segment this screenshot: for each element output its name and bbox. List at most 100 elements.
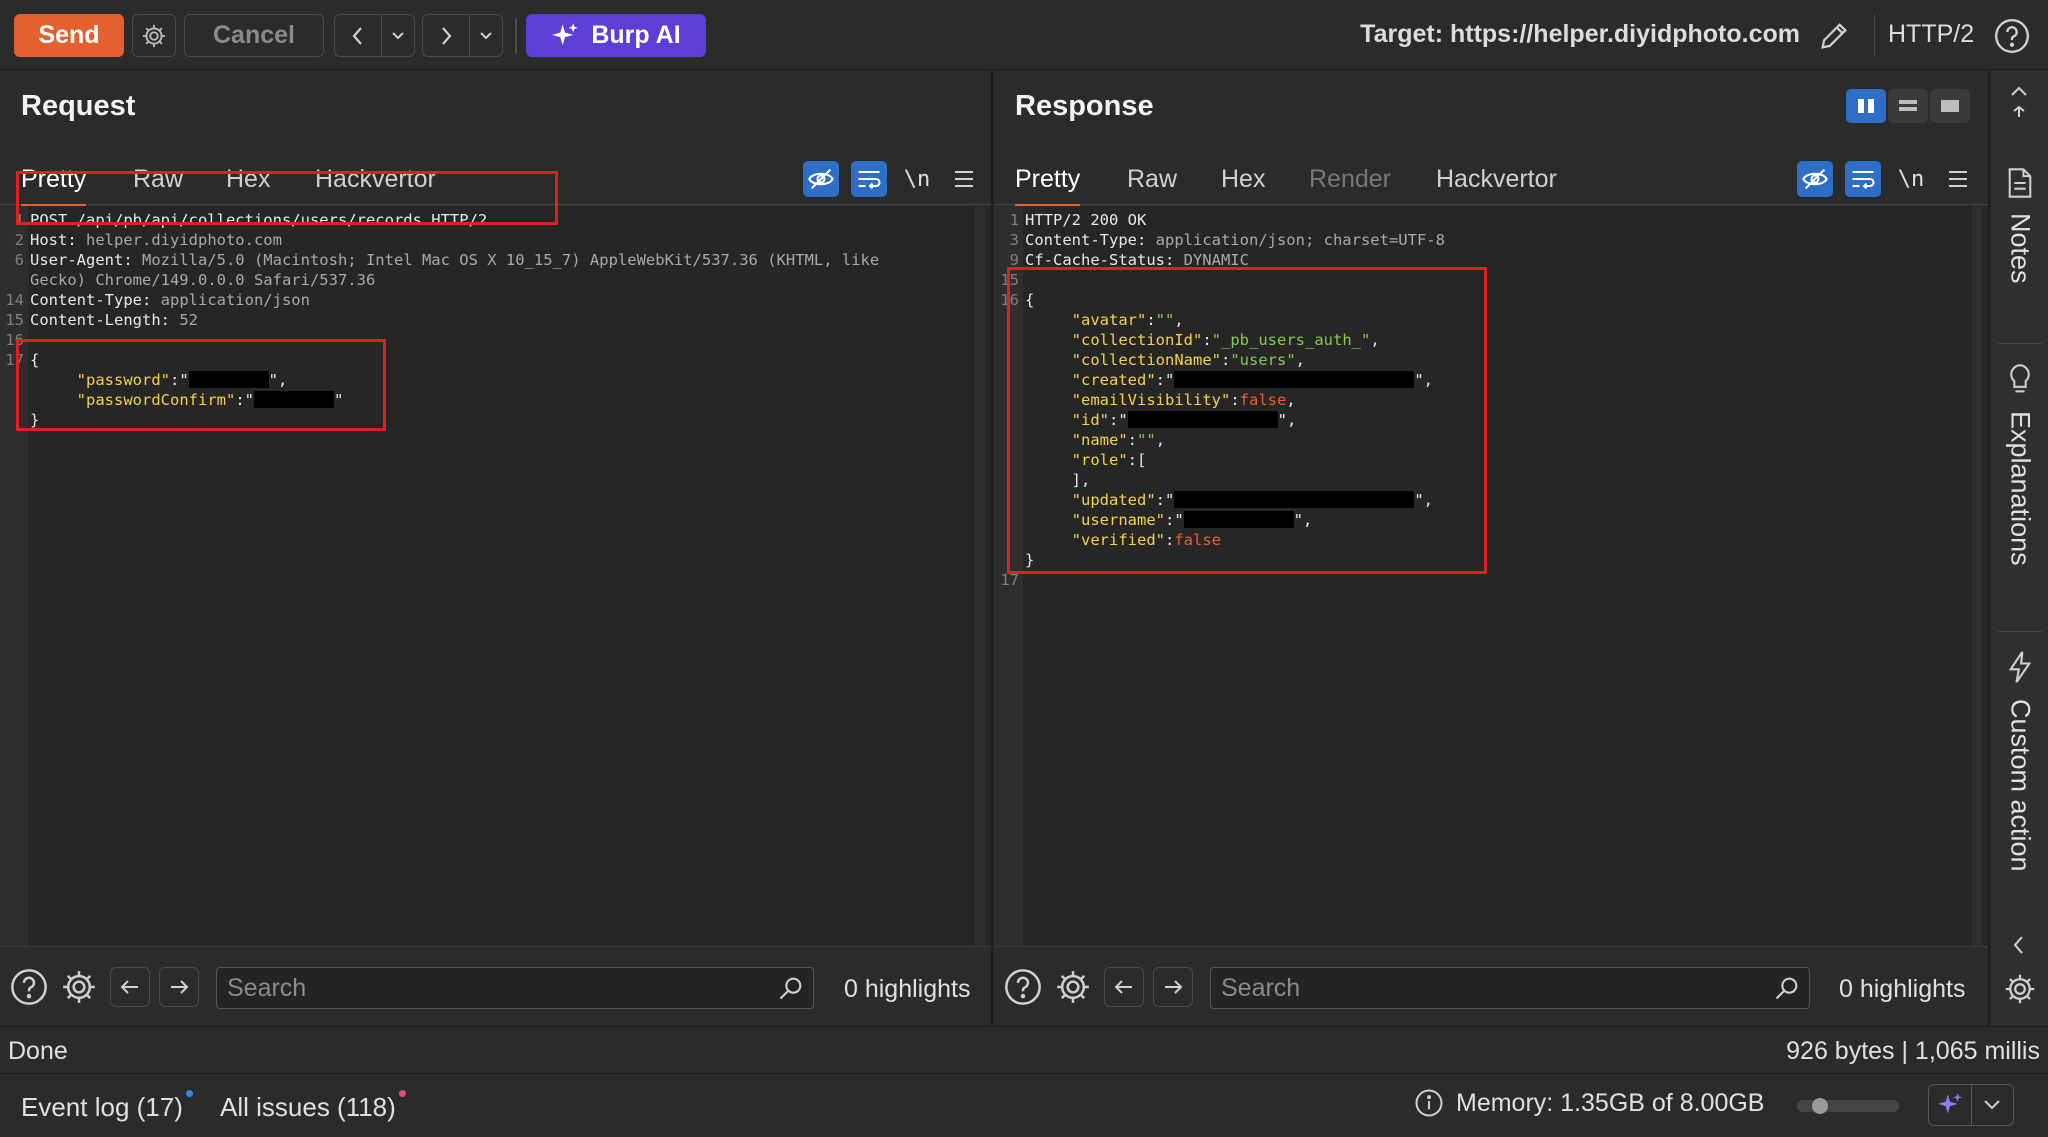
sidebar-expand-button[interactable] xyxy=(2008,933,2030,962)
line-number xyxy=(0,270,30,290)
response-hide-nonprintable-toggle[interactable] xyxy=(1797,161,1833,197)
request-search-settings-button[interactable] xyxy=(57,965,101,1009)
code-token: " xyxy=(333,391,344,409)
sidebar-item-custom-action[interactable]: Custom action xyxy=(1992,649,2048,872)
response-tab-hackvertor[interactable]: Hackvertor xyxy=(1436,165,1557,204)
code-token: ", xyxy=(1414,371,1434,389)
response-search-next-button[interactable] xyxy=(1153,967,1193,1007)
event-log-tab[interactable]: Event log (17) xyxy=(21,1090,193,1123)
edit-target-button[interactable] xyxy=(1812,14,1856,57)
code-token: "" xyxy=(1155,311,1175,329)
code-token: helper.diyidphoto.com xyxy=(86,231,282,249)
gear-icon xyxy=(1057,971,1089,1003)
cancel-button[interactable]: Cancel xyxy=(184,14,324,57)
line-content: Content-Length: 52 xyxy=(30,310,198,330)
code-line: "passwordConfirm":" " xyxy=(0,390,879,410)
code-token: "updated" xyxy=(1071,491,1156,509)
response-search-input[interactable] xyxy=(1221,974,1700,1002)
code-line: } xyxy=(0,410,879,430)
code-line: "role":[ xyxy=(995,450,1445,470)
history-forward-dropdown[interactable] xyxy=(469,14,503,57)
response-search-settings-button[interactable] xyxy=(1051,965,1095,1009)
response-word-wrap-toggle[interactable] xyxy=(1845,161,1881,197)
code-line: "username":" ", xyxy=(995,510,1445,530)
code-line: 15 Content-Length: 52 xyxy=(0,310,879,330)
response-search-field[interactable] xyxy=(1210,967,1810,1009)
send-button[interactable]: Send xyxy=(14,14,124,57)
line-number: 17 xyxy=(5,351,24,369)
code-line: "collectionId":"_pb_users_auth_", xyxy=(995,330,1445,350)
redacted-value xyxy=(253,391,334,408)
request-search-help-button[interactable] xyxy=(7,965,51,1009)
all-issues-label: All issues (118) xyxy=(220,1092,396,1122)
code-token: : xyxy=(1165,531,1175,549)
response-tab-raw[interactable]: Raw xyxy=(1127,165,1177,204)
sidebar-item-notes[interactable]: Notes xyxy=(1992,167,2048,284)
request-hide-nonprintable-toggle[interactable] xyxy=(803,161,839,197)
line-number: 15 xyxy=(1000,271,1019,289)
ai-assistant-dropdown[interactable] xyxy=(1972,1085,2014,1125)
line-content: "emailVisibility":false, xyxy=(1025,390,1296,410)
arrow-right-icon xyxy=(1165,980,1183,994)
ai-assistant-button[interactable] xyxy=(1929,1085,1972,1125)
request-tab-pretty[interactable]: Pretty xyxy=(21,165,87,208)
request-search-input[interactable] xyxy=(227,974,704,1002)
response-editor-menu-button[interactable] xyxy=(1940,161,1976,197)
http-version-selector[interactable]: HTTP/2 xyxy=(1888,20,1974,49)
response-search-previous-button[interactable] xyxy=(1104,967,1144,1007)
code-token: , xyxy=(1286,391,1296,409)
response-code: 1 HTTP/2 200 OK 3 Content-Type: application… xyxy=(995,210,1445,590)
request-editor-menu-button[interactable] xyxy=(946,161,982,197)
request-search-next-button[interactable] xyxy=(159,967,199,1007)
response-editor[interactable]: 1 HTTP/2 200 OK 3 Content-Type: application… xyxy=(995,206,1988,946)
request-search-bar: 0 highlights xyxy=(0,946,991,1026)
code-token: "verified" xyxy=(1071,531,1165,549)
layout-stacked-button[interactable] xyxy=(1888,89,1928,123)
code-token: , xyxy=(1295,351,1305,369)
wrap-lines-icon xyxy=(858,170,881,190)
help-button[interactable] xyxy=(1990,14,2034,57)
response-newline-toggle[interactable]: \n xyxy=(1893,161,1929,197)
response-tab-pretty[interactable]: Pretty xyxy=(1015,165,1081,208)
toolbar-divider xyxy=(515,18,517,54)
history-back-dropdown[interactable] xyxy=(381,14,415,57)
search-icon xyxy=(779,977,802,1000)
request-word-wrap-toggle[interactable] xyxy=(851,161,887,197)
sidebar-item-explanations[interactable]: Explanations xyxy=(1992,363,2048,566)
history-back-button[interactable] xyxy=(334,14,382,57)
layout-side-by-side-button[interactable] xyxy=(1846,89,1886,123)
request-editor[interactable]: 1 POST /api/pb/api/collections/users/reco… xyxy=(0,206,991,946)
all-issues-tab[interactable]: All issues (118) xyxy=(220,1090,406,1123)
response-search-help-button[interactable] xyxy=(1001,965,1045,1009)
code-token: Host: xyxy=(30,231,86,249)
request-search-field[interactable] xyxy=(216,967,814,1009)
redacted-value xyxy=(1174,371,1415,388)
line-content: Host: helper.diyidphoto.com xyxy=(30,230,282,250)
line-number xyxy=(0,370,30,390)
line-content: Content-Type: application/json xyxy=(30,290,310,310)
collapse-sidebar-button[interactable] xyxy=(2006,81,2032,126)
request-newline-toggle[interactable]: \n xyxy=(899,161,935,197)
code-line: "collectionName":"users", xyxy=(995,350,1445,370)
redacted-value xyxy=(1183,511,1294,528)
history-forward-button[interactable] xyxy=(422,14,470,57)
line-number xyxy=(995,470,1025,490)
send-settings-button[interactable] xyxy=(132,14,176,57)
response-tab-hex[interactable]: Hex xyxy=(1221,165,1265,204)
response-scrollbar[interactable] xyxy=(1972,206,1982,946)
main-toolbar: Send Cancel Burp AI Target: https://help… xyxy=(0,0,2048,70)
request-tab-hackvertor[interactable]: Hackvertor xyxy=(315,165,436,204)
request-search-previous-button[interactable] xyxy=(110,967,150,1007)
code-token: Gecko) Chrome/149.0.0.0 Safari/537.36 xyxy=(30,271,376,289)
code-line: "id":" ", xyxy=(995,410,1445,430)
layout-tabs-button[interactable] xyxy=(1930,89,1970,123)
request-tab-raw[interactable]: Raw xyxy=(133,165,183,204)
request-scrollbar[interactable] xyxy=(975,206,985,946)
ai-assistant-menu[interactable] xyxy=(1928,1084,2014,1126)
request-tab-hex[interactable]: Hex xyxy=(226,165,270,204)
response-tab-render[interactable]: Render xyxy=(1309,165,1391,204)
burp-ai-button[interactable]: Burp AI xyxy=(526,14,706,57)
sidebar-settings-button[interactable] xyxy=(2002,971,2038,1012)
